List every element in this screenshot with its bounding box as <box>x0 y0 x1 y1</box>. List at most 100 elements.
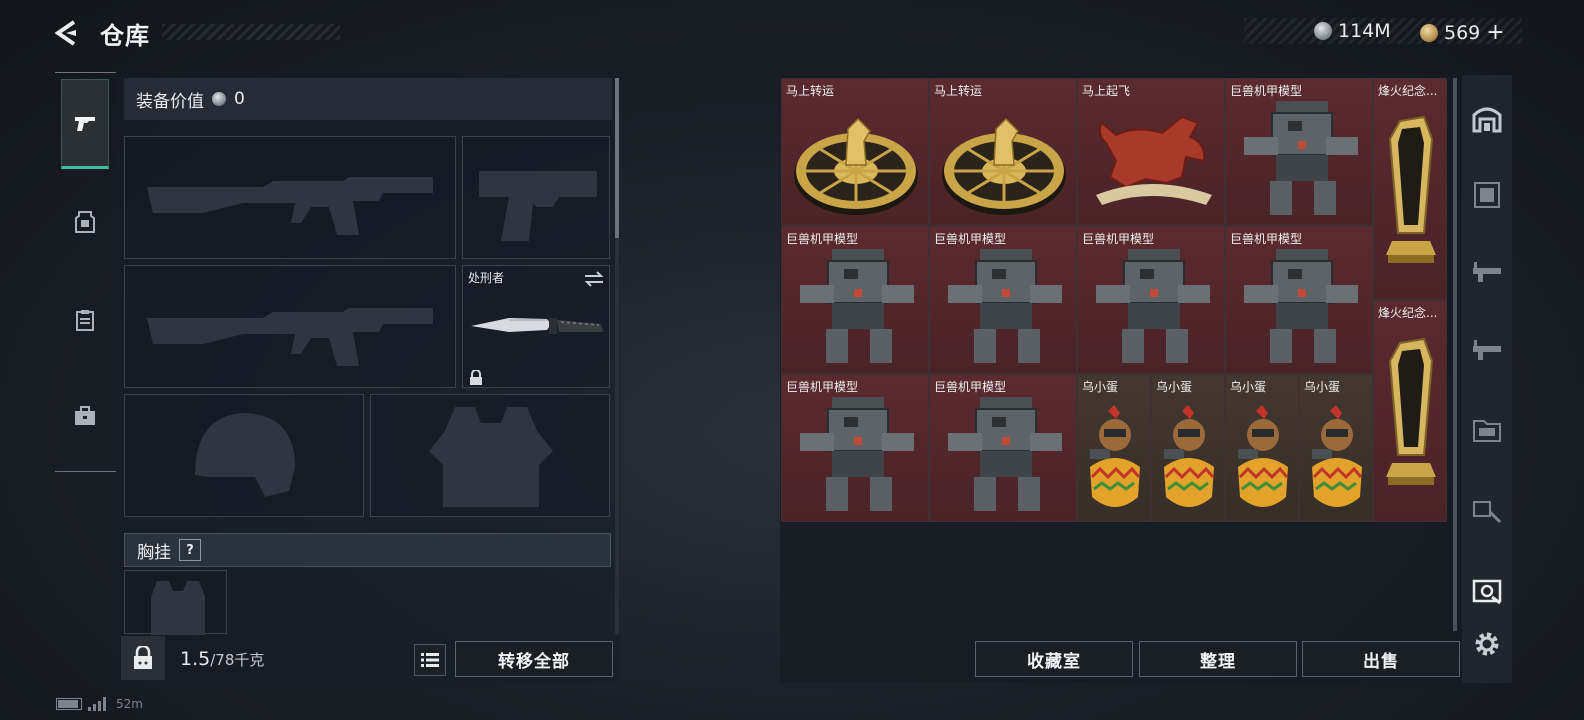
equipment-value-bar: 装备价值 0 <box>124 78 612 120</box>
egg-icon <box>1312 405 1363 507</box>
horse-icon <box>1096 115 1212 205</box>
battery-icon <box>56 698 82 710</box>
category-tier4[interactable] <box>1468 411 1506 449</box>
weight-current: 1.5 <box>180 648 211 670</box>
item-label: 马上起飞 <box>1082 84 1131 98</box>
rifle-silhouette-icon <box>147 177 433 235</box>
item-cell[interactable]: 巨兽机甲模型 <box>1077 226 1225 374</box>
equipment-value: 0 <box>234 89 245 109</box>
item-cell[interactable]: 乌小蛋 <box>1225 374 1299 522</box>
item-cell[interactable]: 巨兽机甲模型 <box>781 374 929 522</box>
silver-currency-value: 114M <box>1338 20 1391 42</box>
help-button[interactable]: ? <box>179 539 201 561</box>
mech-model-icon <box>1244 101 1358 215</box>
item-cell[interactable]: 乌小蛋 <box>1077 374 1151 522</box>
weight-max: /78千克 <box>210 651 265 669</box>
item-label: 马上转运 <box>786 84 835 98</box>
list-icon <box>421 653 439 667</box>
helmet-silhouette-icon <box>195 413 295 497</box>
chest-rig-slot[interactable] <box>124 570 227 635</box>
settings-button[interactable] <box>1468 625 1506 663</box>
category-all[interactable] <box>1468 99 1506 137</box>
item-cell[interactable]: 马上起飞 <box>1077 78 1225 226</box>
add-currency-button[interactable]: + <box>1486 20 1504 45</box>
tab-clipboard[interactable] <box>61 275 109 365</box>
silver-coin-icon <box>1314 22 1332 40</box>
pistol-silhouette-icon <box>479 171 597 241</box>
trophy-icon <box>1386 337 1436 485</box>
lock-icon <box>470 370 482 385</box>
item-label: 烽火纪念... <box>1378 84 1438 98</box>
network-latency: 52m <box>116 697 143 711</box>
item-label: 乌小蛋 <box>1156 380 1193 394</box>
item-label: 马上转运 <box>934 84 983 98</box>
armor-icon <box>75 211 95 233</box>
storage-scrollbar[interactable] <box>1453 78 1457 631</box>
egg-icon <box>1164 405 1215 507</box>
knife-icon <box>471 318 603 334</box>
category-weapons-alt[interactable] <box>1468 332 1506 370</box>
category-tools[interactable] <box>1468 490 1506 528</box>
item-cell[interactable]: 乌小蛋 <box>1299 374 1373 522</box>
item-cell[interactable]: 巨兽机甲模型 <box>781 226 929 374</box>
tab-armor[interactable] <box>61 177 109 267</box>
storage-grid: 马上转运 马上转运 马上起飞 巨兽机甲模型 烽火纪念... 巨兽机甲模型 巨兽机… <box>781 78 1450 524</box>
item-label: 乌小蛋 <box>1304 380 1341 394</box>
collection-room-button[interactable]: 收藏室 <box>975 641 1133 677</box>
list-view-button[interactable] <box>414 644 446 676</box>
coin-wheel-icon <box>942 117 1066 215</box>
category-equipment[interactable] <box>1468 176 1506 214</box>
warehouse-icon <box>1472 107 1502 133</box>
gold-currency[interactable]: 569 + <box>1420 20 1505 45</box>
pistol-icon <box>75 117 95 131</box>
tab-case[interactable] <box>61 371 109 461</box>
armor-slot[interactable] <box>370 394 610 517</box>
storage-category-column <box>1462 75 1512 683</box>
item-label: 乌小蛋 <box>1082 380 1119 394</box>
category-weapons[interactable] <box>1468 254 1506 292</box>
wrench-icon <box>1473 501 1502 524</box>
weight-readout: 1.5/78千克 <box>180 648 264 670</box>
tab-weapons[interactable] <box>61 79 109 169</box>
mech-model-icon <box>948 249 1062 363</box>
sell-button[interactable]: 出售 <box>1302 641 1460 677</box>
signal-icon <box>88 697 106 711</box>
item-label: 烽火纪念... <box>1378 306 1438 320</box>
rifle-icon <box>1473 262 1501 282</box>
backpack-lock-button[interactable] <box>121 636 165 680</box>
category-collection[interactable] <box>1468 571 1506 609</box>
coin-wheel-icon <box>794 117 918 215</box>
rig-silhouette-icon <box>151 581 205 635</box>
primary-weapon-slot[interactable] <box>124 136 456 259</box>
back-arrow-icon[interactable] <box>52 18 82 48</box>
item-cell[interactable]: 巨兽机甲模型 <box>929 374 1077 522</box>
sort-button[interactable]: 整理 <box>1139 641 1297 677</box>
item-cell[interactable]: 烽火纪念... <box>1373 300 1447 522</box>
collection-icon <box>1472 579 1502 605</box>
item-cell[interactable]: 巨兽机甲模型 <box>929 226 1077 374</box>
egg-icon <box>1090 405 1141 507</box>
rifle-icon <box>1473 340 1501 360</box>
melee-slot[interactable]: 处刑者 <box>462 265 610 388</box>
mech-model-icon <box>1244 249 1358 363</box>
item-cell[interactable]: 马上转运 <box>781 78 929 226</box>
clipboard-icon <box>76 310 94 331</box>
left-tab-column <box>55 72 116 472</box>
chest-rig-label: 胸挂 <box>137 542 171 563</box>
item-cell[interactable]: 巨兽机甲模型 <box>1225 226 1373 374</box>
page-title: 仓库 <box>100 22 150 50</box>
item-cell[interactable]: 巨兽机甲模型 <box>1225 78 1373 226</box>
item-cell[interactable]: 烽火纪念... <box>1373 78 1447 300</box>
helmet-slot[interactable] <box>124 394 364 517</box>
secondary-weapon-slot[interactable] <box>124 265 456 388</box>
transfer-all-button[interactable]: 转移全部 <box>455 641 613 677</box>
item-cell[interactable]: 乌小蛋 <box>1151 374 1225 522</box>
equipment-scrollbar-thumb[interactable] <box>615 78 619 238</box>
swap-icon[interactable] <box>583 270 605 288</box>
item-cell[interactable]: 马上转运 <box>929 78 1077 226</box>
title-decoration <box>162 24 340 40</box>
gold-coin-icon <box>1420 23 1438 42</box>
rifle-silhouette-icon <box>147 308 433 366</box>
sidearm-slot[interactable] <box>462 136 610 259</box>
mech-model-icon <box>1096 249 1210 363</box>
